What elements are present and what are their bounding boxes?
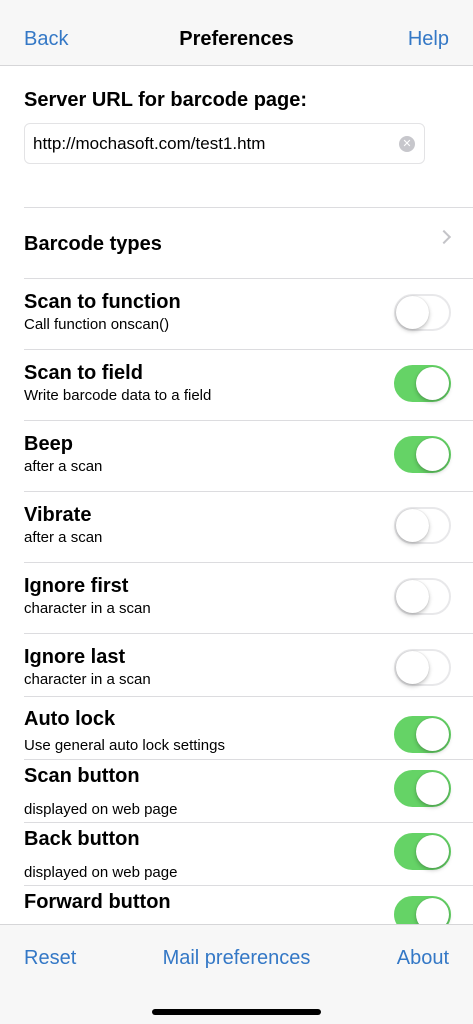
setting-title: Beep <box>24 433 73 455</box>
server-url-input[interactable] <box>33 124 393 163</box>
back-button-toggle[interactable] <box>394 833 451 870</box>
ignore-first-toggle[interactable] <box>394 578 451 615</box>
ignore-last-toggle[interactable] <box>394 649 451 686</box>
barcode-types-row[interactable]: Barcode types <box>0 208 473 279</box>
scan-to-function-toggle[interactable] <box>394 294 451 331</box>
setting-row-ignore-first: Ignore first character in a scan <box>0 563 473 634</box>
navigation-bar: Back Preferences Help <box>0 0 473 66</box>
setting-subtitle: Write barcode data to a field <box>24 387 212 404</box>
about-button[interactable]: About <box>397 947 449 970</box>
toggle-knob <box>416 438 449 471</box>
setting-subtitle: displayed on web page <box>24 864 178 881</box>
home-indicator[interactable] <box>152 1009 321 1015</box>
setting-subtitle: displayed on web page <box>24 801 178 818</box>
beep-toggle[interactable] <box>394 436 451 473</box>
setting-row-forward-button: Forward button <box>0 886 473 924</box>
server-url-field[interactable]: ✕ <box>24 123 425 164</box>
setting-row-scan-to-field: Scan to field Write barcode data to a fi… <box>0 350 473 421</box>
setting-title: Scan button <box>24 765 140 787</box>
setting-subtitle: after a scan <box>24 458 103 475</box>
auto-lock-toggle[interactable] <box>394 716 451 753</box>
forward-button-toggle[interactable] <box>394 896 451 924</box>
vibrate-toggle[interactable] <box>394 507 451 544</box>
setting-title: Back button <box>24 828 140 850</box>
server-url-label: Server URL for barcode page: <box>24 89 308 111</box>
toggle-knob <box>416 772 449 805</box>
setting-title: Ignore first <box>24 575 129 597</box>
scan-to-field-toggle[interactable] <box>394 365 451 402</box>
setting-title: Scan to field <box>24 362 143 384</box>
setting-title: Auto lock <box>24 708 116 730</box>
setting-row-ignore-last: Ignore last character in a scan <box>0 634 473 697</box>
scan-button-toggle[interactable] <box>394 770 451 807</box>
setting-title: Ignore last <box>24 646 126 668</box>
setting-row-back-button: Back button displayed on web page <box>0 823 473 886</box>
toggle-knob <box>396 580 429 613</box>
toggle-knob <box>396 296 429 329</box>
setting-row-scan-button: Scan button displayed on web page <box>0 760 473 823</box>
toggle-knob <box>396 651 429 684</box>
toggle-knob <box>416 898 449 924</box>
toggle-knob <box>416 835 449 868</box>
barcode-types-label: Barcode types <box>24 233 162 255</box>
setting-subtitle: character in a scan <box>24 600 151 617</box>
setting-subtitle: Call function onscan() <box>24 316 170 333</box>
setting-subtitle: after a scan <box>24 529 103 546</box>
setting-row-scan-to-function: Scan to function Call function onscan() <box>0 279 473 350</box>
preferences-list[interactable]: Server URL for barcode page: ✕ Barcode t… <box>0 67 473 924</box>
toggle-knob <box>416 367 449 400</box>
help-button[interactable]: Help <box>408 28 449 51</box>
chevron-right-icon <box>436 229 452 245</box>
clear-text-icon[interactable]: ✕ <box>399 136 415 152</box>
setting-title: Vibrate <box>24 504 92 526</box>
bottom-toolbar: Reset Mail preferences About <box>0 924 473 1024</box>
setting-subtitle: Use general auto lock settings <box>24 737 225 754</box>
toggle-knob <box>396 509 429 542</box>
page-title: Preferences <box>179 28 294 50</box>
setting-row-auto-lock: Auto lock Use general auto lock settings <box>0 697 473 760</box>
setting-title: Forward button <box>24 891 171 913</box>
setting-row-vibrate: Vibrate after a scan <box>0 492 473 563</box>
setting-title: Scan to function <box>24 291 181 313</box>
setting-row-beep: Beep after a scan <box>0 421 473 492</box>
toggle-knob <box>416 718 449 751</box>
setting-subtitle: character in a scan <box>24 671 151 688</box>
